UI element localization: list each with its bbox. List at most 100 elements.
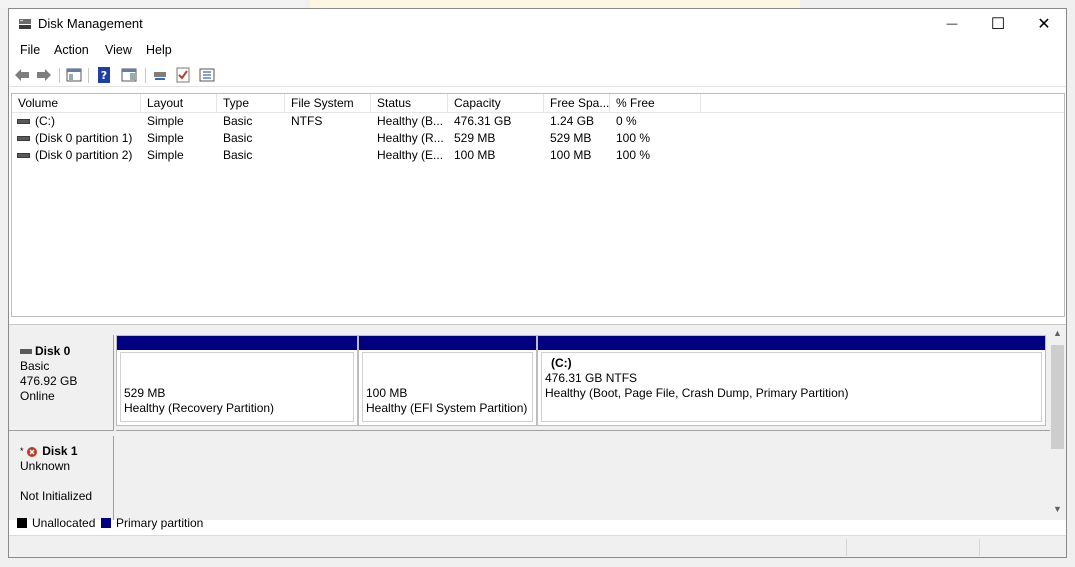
menu-file[interactable]: File (20, 43, 40, 57)
partition-size: 476.31 GB NTFS (545, 371, 638, 385)
volume-icon (17, 135, 30, 141)
column-header-free-space[interactable]: Free Spa... (544, 94, 610, 112)
disk-0-label[interactable]: Disk 0 Basic 476.92 GB Online (9, 335, 114, 431)
partition-size: 100 MB (366, 386, 408, 400)
column-header-status[interactable]: Status (371, 94, 448, 112)
column-header-file-system[interactable]: File System (285, 94, 371, 112)
disk-1-label[interactable]: * Disk 1 Unknown Not Initialized (9, 436, 114, 520)
properties-pane-icon (121, 68, 137, 82)
disk-divider (116, 430, 1050, 431)
disk-0-name: Disk 0 (35, 344, 71, 358)
disk-1-name: Disk 1 (42, 444, 78, 458)
status-bar (9, 535, 1066, 557)
minimize-button[interactable]: — (929, 9, 975, 39)
disk-1-error-marker: * (20, 446, 24, 456)
legend-unallocated-label: Unallocated (32, 516, 96, 530)
cell-file-system (285, 130, 371, 147)
column-header-volume[interactable]: Volume (12, 94, 141, 112)
disk-0-type: Basic (20, 359, 50, 373)
toolbar: ? (9, 64, 1066, 87)
cell-file-system: NTFS (291, 114, 323, 128)
cell-volume: (Disk 0 partition 2) (35, 148, 133, 162)
volume-list[interactable]: Volume Layout Type File System Status Ca… (11, 93, 1065, 317)
partition-status: Healthy (EFI System Partition) (366, 401, 528, 415)
forward-button[interactable] (35, 67, 53, 83)
close-icon: ✕ (1037, 16, 1051, 33)
show-hide-console-tree-icon (66, 68, 82, 82)
disk-graphical-view: Disk 0 Basic 476.92 GB Online 529 MB Hea… (9, 324, 1066, 520)
column-header-percent-free[interactable]: % Free (610, 94, 701, 112)
table-row[interactable]: (Disk 0 partition 1) Simple Basic Health… (12, 130, 1064, 147)
cell-volume: (C:) (35, 114, 55, 128)
properties-list-button[interactable] (198, 67, 216, 83)
partition-efi[interactable]: 100 MB Healthy (EFI System Partition) (358, 335, 537, 426)
cell-status: Healthy (B... (377, 114, 444, 128)
menu-bar: File Action View Help (9, 40, 1066, 60)
cell-free-space: 1.24 GB (550, 114, 595, 128)
maximize-icon: ☐ (990, 16, 1006, 33)
cell-percent-free: 0 % (616, 114, 637, 128)
background-window-strip (0, 0, 305, 8)
toolbar-separator (59, 68, 60, 83)
menu-action[interactable]: Action (54, 43, 89, 57)
toolbar-separator (88, 68, 89, 83)
cell-percent-free: 100 % (616, 131, 651, 145)
cell-free-space: 100 MB (550, 148, 592, 162)
toolbar-separator (145, 68, 146, 83)
disk-management-app-icon (18, 17, 32, 31)
back-button[interactable] (13, 67, 31, 83)
cell-layout: Simple (147, 131, 184, 145)
partition-status: Healthy (Boot, Page File, Crash Dump, Pr… (545, 386, 849, 400)
partition-status: Healthy (Recovery Partition) (124, 401, 275, 415)
back-arrow-icon (15, 69, 29, 81)
cell-capacity: 100 MB (454, 148, 496, 162)
cell-status: Healthy (E... (377, 148, 444, 162)
partition-recovery[interactable]: 529 MB Healthy (Recovery Partition) (116, 335, 358, 426)
scroll-thumb[interactable] (1051, 345, 1064, 449)
scroll-up-icon[interactable]: ▲ (1050, 325, 1065, 341)
column-header-capacity[interactable]: Capacity (448, 94, 544, 112)
table-row[interactable]: (Disk 0 partition 2) Simple Basic Health… (12, 147, 1064, 164)
table-row[interactable]: (C:) Simple Basic NTFS Healthy (B... 476… (12, 113, 1064, 130)
error-icon (26, 446, 37, 457)
show-hide-console-tree-button[interactable] (65, 67, 83, 83)
partition-c-drive[interactable]: (C:) 476.31 GB NTFS Healthy (Boot, Page … (537, 335, 1046, 426)
cell-volume: (Disk 0 partition 1) (35, 131, 133, 145)
connect-disk-button[interactable] (151, 67, 169, 83)
cell-file-system (285, 147, 371, 164)
volume-icon (17, 152, 30, 158)
help-button[interactable]: ? (95, 67, 113, 83)
cell-layout: Simple (147, 148, 184, 162)
properties-pane-button[interactable] (120, 67, 138, 83)
connect-disk-icon (154, 72, 166, 80)
menu-view[interactable]: View (105, 43, 132, 57)
check-icon (176, 67, 190, 83)
disk-0-size: 476.92 GB (20, 374, 78, 388)
disk-management-window: Disk Management — ☐ ✕ File Action View H… (8, 8, 1067, 558)
check-button[interactable] (174, 67, 192, 83)
disk-0-status: Online (20, 389, 55, 403)
column-header-type[interactable]: Type (217, 94, 285, 112)
background-window-strip-2 (310, 0, 800, 8)
close-button[interactable]: ✕ (1021, 9, 1066, 39)
legend-unallocated-swatch (17, 518, 27, 528)
volume-icon (17, 118, 30, 124)
partition-size: 529 MB (124, 386, 166, 400)
status-separator (846, 539, 847, 556)
cell-type: Basic (223, 131, 253, 145)
cell-type: Basic (223, 148, 253, 162)
cell-capacity: 476.31 GB (454, 114, 512, 128)
legend-primary-label: Primary partition (116, 516, 204, 530)
graphical-view-scrollbar[interactable]: ▲ ▼ (1050, 325, 1065, 517)
volume-list-header: Volume Layout Type File System Status Ca… (12, 94, 1064, 113)
maximize-button[interactable]: ☐ (975, 9, 1021, 39)
partition-bar (359, 336, 536, 350)
column-header-layout[interactable]: Layout (141, 94, 217, 112)
cell-percent-free: 100 % (616, 148, 651, 162)
properties-list-icon (199, 68, 215, 82)
cell-layout: Simple (147, 114, 184, 128)
cell-free-space: 529 MB (550, 131, 592, 145)
legend: Unallocated Primary partition (9, 514, 1066, 532)
menu-help[interactable]: Help (146, 43, 172, 57)
help-icon: ? (98, 67, 110, 83)
